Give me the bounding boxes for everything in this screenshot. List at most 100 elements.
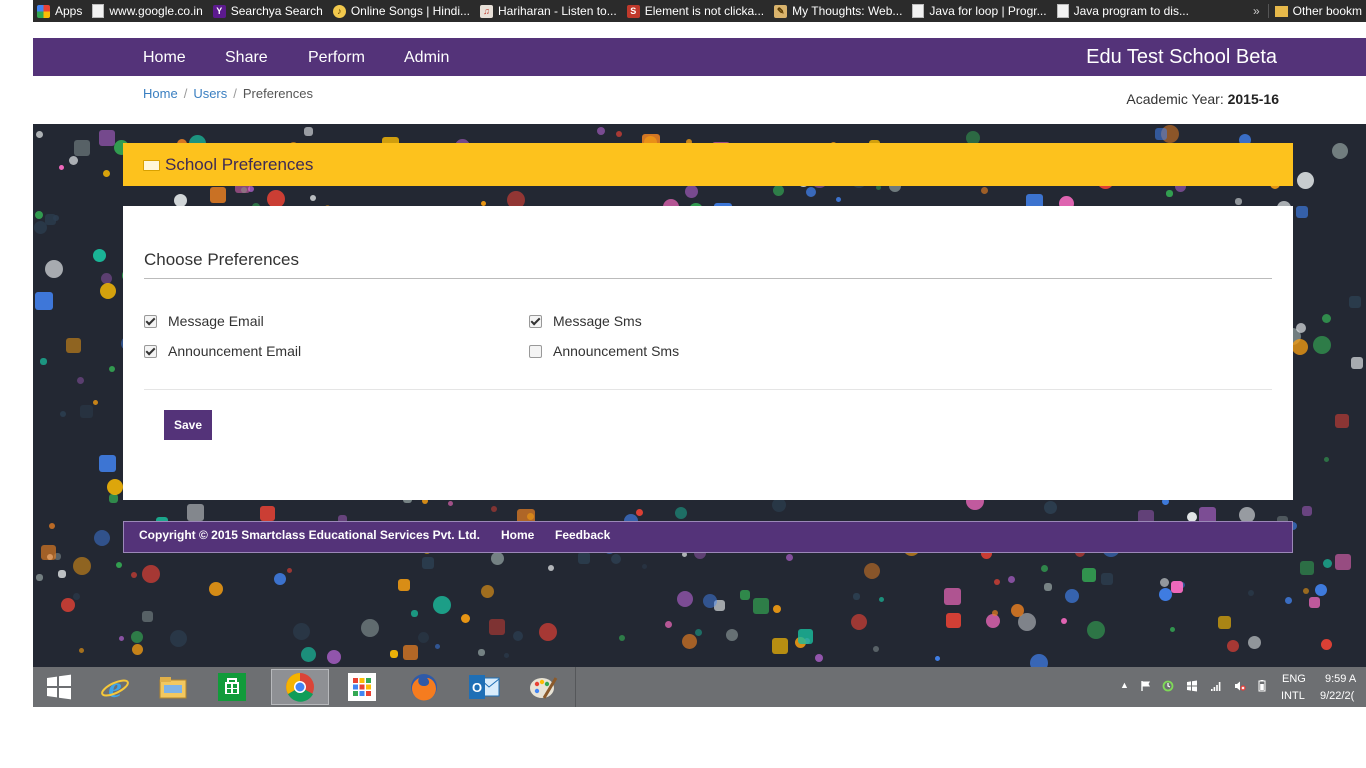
apps-icon[interactable] (336, 669, 388, 705)
taskbar-separator (575, 667, 576, 707)
bookmark-java-program[interactable]: Java program to dis... (1053, 0, 1195, 22)
background-dot (293, 623, 310, 640)
breadcrumb-home[interactable]: Home (143, 86, 178, 101)
bookmark-hariharan[interactable]: ♫ Hariharan - Listen to... (476, 0, 623, 22)
bookmark-thoughts[interactable]: ✎ My Thoughts: Web... (770, 0, 908, 22)
option-message-sms[interactable]: Message Sms (529, 313, 642, 329)
background-dot (435, 644, 440, 649)
language-code[interactable]: ENG (1282, 673, 1306, 685)
message-sms-checkbox[interactable] (529, 314, 542, 328)
background-dot (1044, 583, 1052, 591)
store-icon[interactable] (206, 669, 258, 705)
background-dot (1349, 296, 1361, 308)
background-dot (1309, 597, 1320, 608)
nav-perform[interactable]: Perform (308, 38, 365, 76)
file-explorer-icon[interactable] (147, 669, 199, 705)
background-dot (45, 260, 63, 278)
windows-flag-icon[interactable] (1186, 680, 1198, 692)
apps-grid-icon (37, 4, 50, 18)
background-dot (597, 127, 605, 135)
background-dot (773, 185, 784, 196)
breadcrumb-users[interactable]: Users (193, 86, 227, 101)
bookmark-searchya[interactable]: Y Searchya Search (209, 0, 329, 22)
firefox-icon[interactable] (398, 669, 450, 705)
background-dot (131, 631, 143, 643)
background-dot (35, 292, 53, 310)
breadcrumb: Home / Users / Preferences (143, 86, 313, 101)
action-center-flag-icon[interactable] (1140, 680, 1152, 692)
language-layout[interactable]: INTL (1281, 690, 1305, 702)
announcement-email-checkbox[interactable] (144, 344, 157, 358)
background-dot (677, 591, 693, 607)
background-dot (1044, 501, 1057, 514)
outlook-icon[interactable]: O (458, 669, 510, 705)
footer-home-link[interactable]: Home (501, 522, 534, 549)
nav-share[interactable]: Share (225, 38, 268, 76)
announcement-sms-checkbox[interactable] (529, 344, 542, 358)
background-dot (772, 498, 786, 512)
background-dot (491, 552, 504, 565)
bookmark-google[interactable]: www.google.co.in (88, 0, 208, 22)
background-dot (170, 630, 187, 647)
background-dot (992, 610, 998, 616)
save-button[interactable]: Save (164, 410, 212, 440)
background-dot (636, 509, 643, 516)
background-dot (40, 358, 47, 365)
option-label: Message Sms (553, 313, 642, 329)
nav-home[interactable]: Home (143, 38, 186, 76)
nav-admin[interactable]: Admin (404, 38, 449, 76)
background-dot (1248, 636, 1261, 649)
windows-start-icon[interactable] (33, 669, 85, 705)
breadcrumb-current: Preferences (242, 86, 313, 101)
background-dot (489, 619, 505, 635)
background-dot (981, 187, 988, 194)
background-dot (815, 654, 823, 662)
background-dot (142, 565, 160, 583)
background-dot (58, 570, 66, 578)
network-signal-icon[interactable] (1210, 680, 1222, 692)
show-hidden-icons-icon[interactable]: ▲ (1120, 680, 1132, 692)
background-dot (1321, 639, 1332, 650)
volume-muted-icon[interactable] (1234, 680, 1246, 692)
sync-icon[interactable] (1162, 680, 1174, 692)
top-navbar: Home Share Perform Admin Edu Test School… (33, 38, 1366, 76)
option-announcement-sms[interactable]: Announcement Sms (529, 343, 679, 359)
message-email-checkbox[interactable] (144, 314, 157, 328)
bookmark-apps[interactable]: Apps (33, 0, 88, 22)
battery-icon[interactable] (1256, 680, 1268, 692)
bookmark-element[interactable]: S Element is not clicka... (623, 0, 770, 22)
background-dot (616, 131, 622, 137)
background-dot (131, 572, 137, 578)
clock-time[interactable]: 9:59 A (1325, 673, 1356, 685)
background-dot (1235, 198, 1242, 205)
background-dot (773, 605, 781, 613)
internet-explorer-icon[interactable]: e (89, 669, 141, 705)
other-bookmarks[interactable]: Other bookm (1267, 4, 1366, 18)
background-dot (79, 648, 84, 653)
school-brand[interactable]: Edu Test School Beta (1086, 38, 1277, 76)
option-announcement-email[interactable]: Announcement Email (144, 343, 301, 359)
background-dot (45, 214, 56, 225)
background-dot (49, 523, 55, 529)
background-dot (619, 635, 625, 641)
bookmark-songs[interactable]: ♪ Online Songs | Hindi... (329, 0, 476, 22)
footer-feedback-link[interactable]: Feedback (555, 522, 610, 549)
background-dot (873, 646, 879, 652)
chrome-icon[interactable] (271, 669, 329, 705)
background-dot (944, 588, 961, 605)
background-dot (1292, 339, 1308, 355)
paint-icon[interactable] (517, 669, 569, 705)
background-dot (1296, 323, 1306, 333)
option-message-email[interactable]: Message Email (144, 313, 264, 329)
clock-date[interactable]: 9/22/2( (1320, 690, 1354, 702)
bookmark-java-loop[interactable]: Java for loop | Progr... (908, 0, 1052, 22)
background-dot (1218, 616, 1231, 629)
background-dot (142, 611, 153, 622)
background-dot (461, 614, 470, 623)
background-dot (41, 545, 56, 560)
background-dot (864, 563, 880, 579)
bookmarks-overflow-button[interactable]: » (1245, 4, 1268, 18)
background-dot (772, 638, 788, 654)
background-dot (478, 649, 485, 656)
background-dot (411, 610, 418, 617)
